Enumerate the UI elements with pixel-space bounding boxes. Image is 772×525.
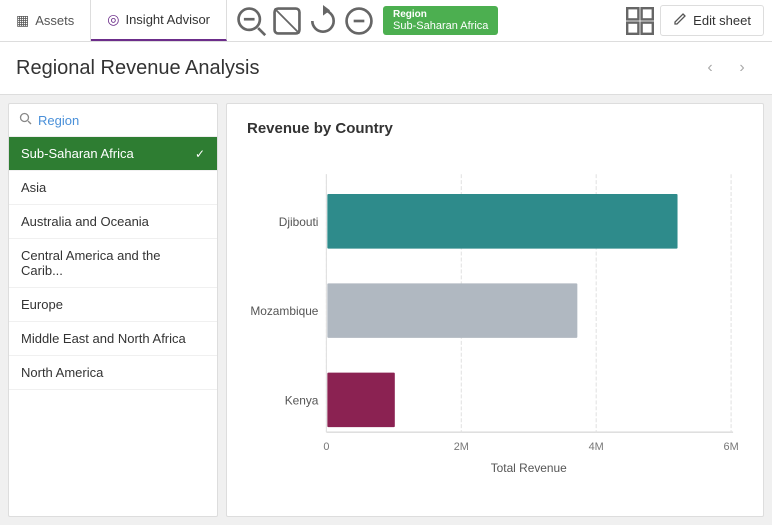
region-tag[interactable]: Region Sub-Saharan Africa <box>383 6 498 35</box>
x-label-0: 0 <box>323 441 329 453</box>
chart-container: Djibouti Mozambique Kenya 0 2M 4M 6M Tot… <box>247 153 743 493</box>
search-bar: Region <box>9 104 217 137</box>
refresh-icon[interactable] <box>307 5 339 37</box>
y-label-kenya: Kenya <box>285 393 319 407</box>
zoom-in-icon[interactable] <box>235 5 267 37</box>
region-item-europe[interactable]: Europe <box>9 288 217 322</box>
page-title: Regional Revenue Analysis <box>16 57 260 80</box>
y-label-mozambique: Mozambique <box>250 304 318 318</box>
x-axis-title: Total Revenue <box>491 461 567 475</box>
insight-label: Insight Advisor <box>125 12 210 27</box>
x-label-6m: 6M <box>724 441 739 453</box>
assets-label: Assets <box>35 13 74 28</box>
region-item-label: Sub-Saharan Africa <box>21 146 134 161</box>
region-item-label: Middle East and North Africa <box>21 331 186 346</box>
edit-sheet-label: Edit sheet <box>693 13 751 28</box>
page-title-bar: Regional Revenue Analysis ‹ › <box>0 42 772 95</box>
region-item-australia[interactable]: Australia and Oceania <box>9 205 217 239</box>
main-content: Region Sub-Saharan Africa ✓ Asia Austral… <box>0 95 772 525</box>
edit-icon <box>673 12 687 29</box>
grid-icon[interactable] <box>624 5 656 37</box>
search-icon <box>19 112 32 128</box>
zoom-out-icon[interactable] <box>271 5 303 37</box>
region-item-middle-east[interactable]: Middle East and North Africa <box>9 322 217 356</box>
assets-icon: ▦ <box>16 12 29 29</box>
left-panel: Region Sub-Saharan Africa ✓ Asia Austral… <box>8 103 218 517</box>
region-item-label: Australia and Oceania <box>21 214 149 229</box>
region-item-asia[interactable]: Asia <box>9 171 217 205</box>
region-item-label: Europe <box>21 297 63 312</box>
bar-kenya[interactable] <box>327 373 394 428</box>
nav-prev-button[interactable]: ‹ <box>696 54 724 82</box>
insight-icon: ◎ <box>107 11 119 28</box>
region-item-label: Central America and the Carib... <box>21 248 205 278</box>
x-label-2m: 2M <box>454 441 469 453</box>
bar-djibouti[interactable] <box>327 194 677 249</box>
x-label-4m: 4M <box>589 441 604 453</box>
bar-mozambique[interactable] <box>327 283 577 338</box>
region-item-label: Asia <box>21 180 46 195</box>
nav-next-button[interactable]: › <box>728 54 756 82</box>
region-tag-value: Sub-Saharan Africa <box>393 20 488 32</box>
tab-insight-advisor[interactable]: ◎ Insight Advisor <box>91 0 227 41</box>
toolbar-icons <box>227 5 383 37</box>
search-label: Region <box>38 113 79 128</box>
check-icon: ✓ <box>195 147 205 161</box>
chart-panel: Revenue by Country Dji <box>226 103 764 517</box>
y-label-djibouti: Djibouti <box>279 215 319 229</box>
region-item-label: North America <box>21 365 103 380</box>
tab-assets[interactable]: ▦ Assets <box>0 0 91 41</box>
region-item-sub-saharan[interactable]: Sub-Saharan Africa ✓ <box>9 137 217 171</box>
region-item-central-america[interactable]: Central America and the Carib... <box>9 239 217 288</box>
region-item-north-america[interactable]: North America <box>9 356 217 390</box>
region-list: Sub-Saharan Africa ✓ Asia Australia and … <box>9 137 217 390</box>
region-tag-label: Region <box>393 9 427 20</box>
chart-title: Revenue by Country <box>247 120 743 137</box>
nav-arrows: ‹ › <box>696 54 756 82</box>
edit-sheet-button[interactable]: Edit sheet <box>660 5 764 36</box>
expand-icon[interactable] <box>343 5 375 37</box>
bar-chart: Djibouti Mozambique Kenya 0 2M 4M 6M Tot… <box>247 153 743 493</box>
top-bar: ▦ Assets ◎ Insight Advisor Region Sub-Sa… <box>0 0 772 42</box>
